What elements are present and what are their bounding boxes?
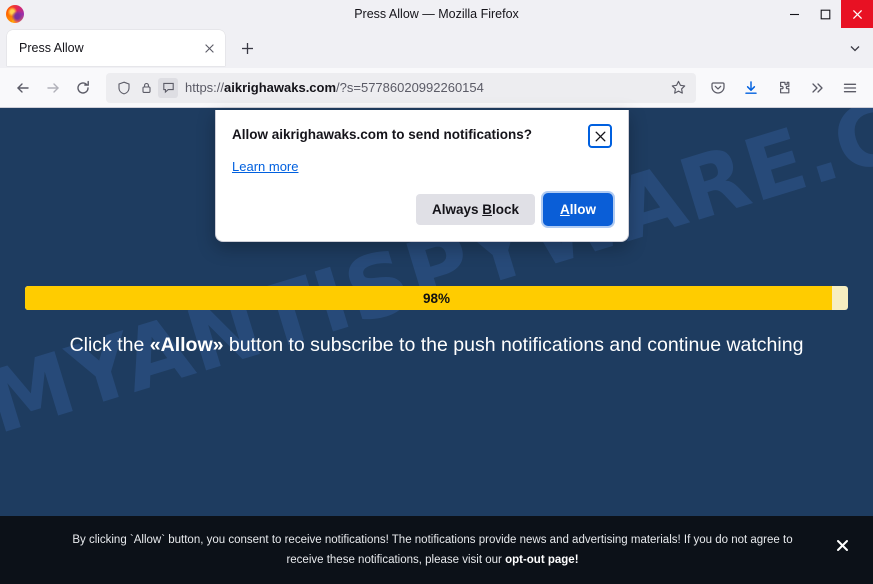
close-consent-banner-icon[interactable] [829,532,855,558]
dialog-header: Allow aikrighawaks.com to send notificat… [232,124,612,148]
dialog-title: Allow aikrighawaks.com to send notificat… [232,127,533,142]
pocket-icon[interactable] [702,73,733,103]
consent-line-2-before: receive these notifications, please visi… [286,554,506,566]
dialog-actions: Always Block Allow [232,194,612,225]
back-icon[interactable] [8,73,38,103]
page-headline: Click the «Allow» button to subscribe to… [0,334,873,357]
app-menu-hamburger-icon[interactable] [834,73,865,103]
maximize-button[interactable] [810,0,841,28]
always-block-button[interactable]: Always Block [415,194,535,225]
address-bar[interactable]: https://aikrighawaks.com/?s=577860209922… [106,72,696,103]
headline-emphasis: «Allow» [149,334,224,356]
allow-button[interactable]: Allow [544,194,612,225]
window-controls [779,0,873,28]
lock-icon[interactable] [136,78,156,98]
always-block-suffix: lock [491,202,519,217]
tab-title: Press Allow [19,41,84,55]
navigation-toolbar: https://aikrighawaks.com/?s=577860209922… [0,68,873,108]
downloads-icon[interactable] [735,73,766,103]
close-window-button[interactable] [841,0,873,28]
firefox-logo-icon [6,5,24,23]
opt-out-link[interactable]: opt-out page! [505,554,578,566]
notification-permission-icon[interactable] [158,77,178,98]
tab-press-allow[interactable]: Press Allow [7,30,225,66]
forward-icon[interactable] [38,73,68,103]
always-block-accesskey: B [482,202,492,217]
tab-strip: Press Allow [0,28,873,68]
extensions-puzzle-icon[interactable] [768,73,799,103]
shield-icon[interactable] [114,78,134,98]
progress-bar: 98% [25,286,848,310]
title-bar: Press Allow — Mozilla Firefox [0,0,873,28]
headline-before: Click the [69,334,150,356]
allow-accesskey: A [560,202,570,217]
firefox-window: Press Allow — Mozilla Firefox Press Allo… [0,0,873,584]
overflow-chevrons-icon[interactable] [801,73,832,103]
url-text: https://aikrighawaks.com/?s=577860209922… [185,80,484,95]
notification-permission-dialog: Allow aikrighawaks.com to send notificat… [215,110,629,242]
headline-after: button to subscribe to the push notifica… [223,334,804,356]
always-block-prefix: Always [431,202,483,217]
learn-more-link[interactable]: Learn more [232,159,298,174]
close-tab-icon[interactable] [199,38,219,58]
allow-suffix: llow [569,202,596,217]
bookmark-star-icon[interactable] [666,76,690,100]
progress-percent-label: 98% [422,290,451,306]
consent-banner-text: By clicking `Allow` button, you consent … [36,530,829,570]
reload-icon[interactable] [68,73,98,103]
consent-line-1: By clicking `Allow` button, you consent … [72,533,793,546]
close-dialog-icon[interactable] [588,124,612,148]
toolbar-right-group [702,73,865,103]
window-title: Press Allow — Mozilla Firefox [354,7,519,21]
list-all-tabs-icon[interactable] [841,34,869,62]
new-tab-icon[interactable] [233,34,261,62]
minimize-button[interactable] [779,0,810,28]
consent-banner: By clicking `Allow` button, you consent … [0,516,873,584]
